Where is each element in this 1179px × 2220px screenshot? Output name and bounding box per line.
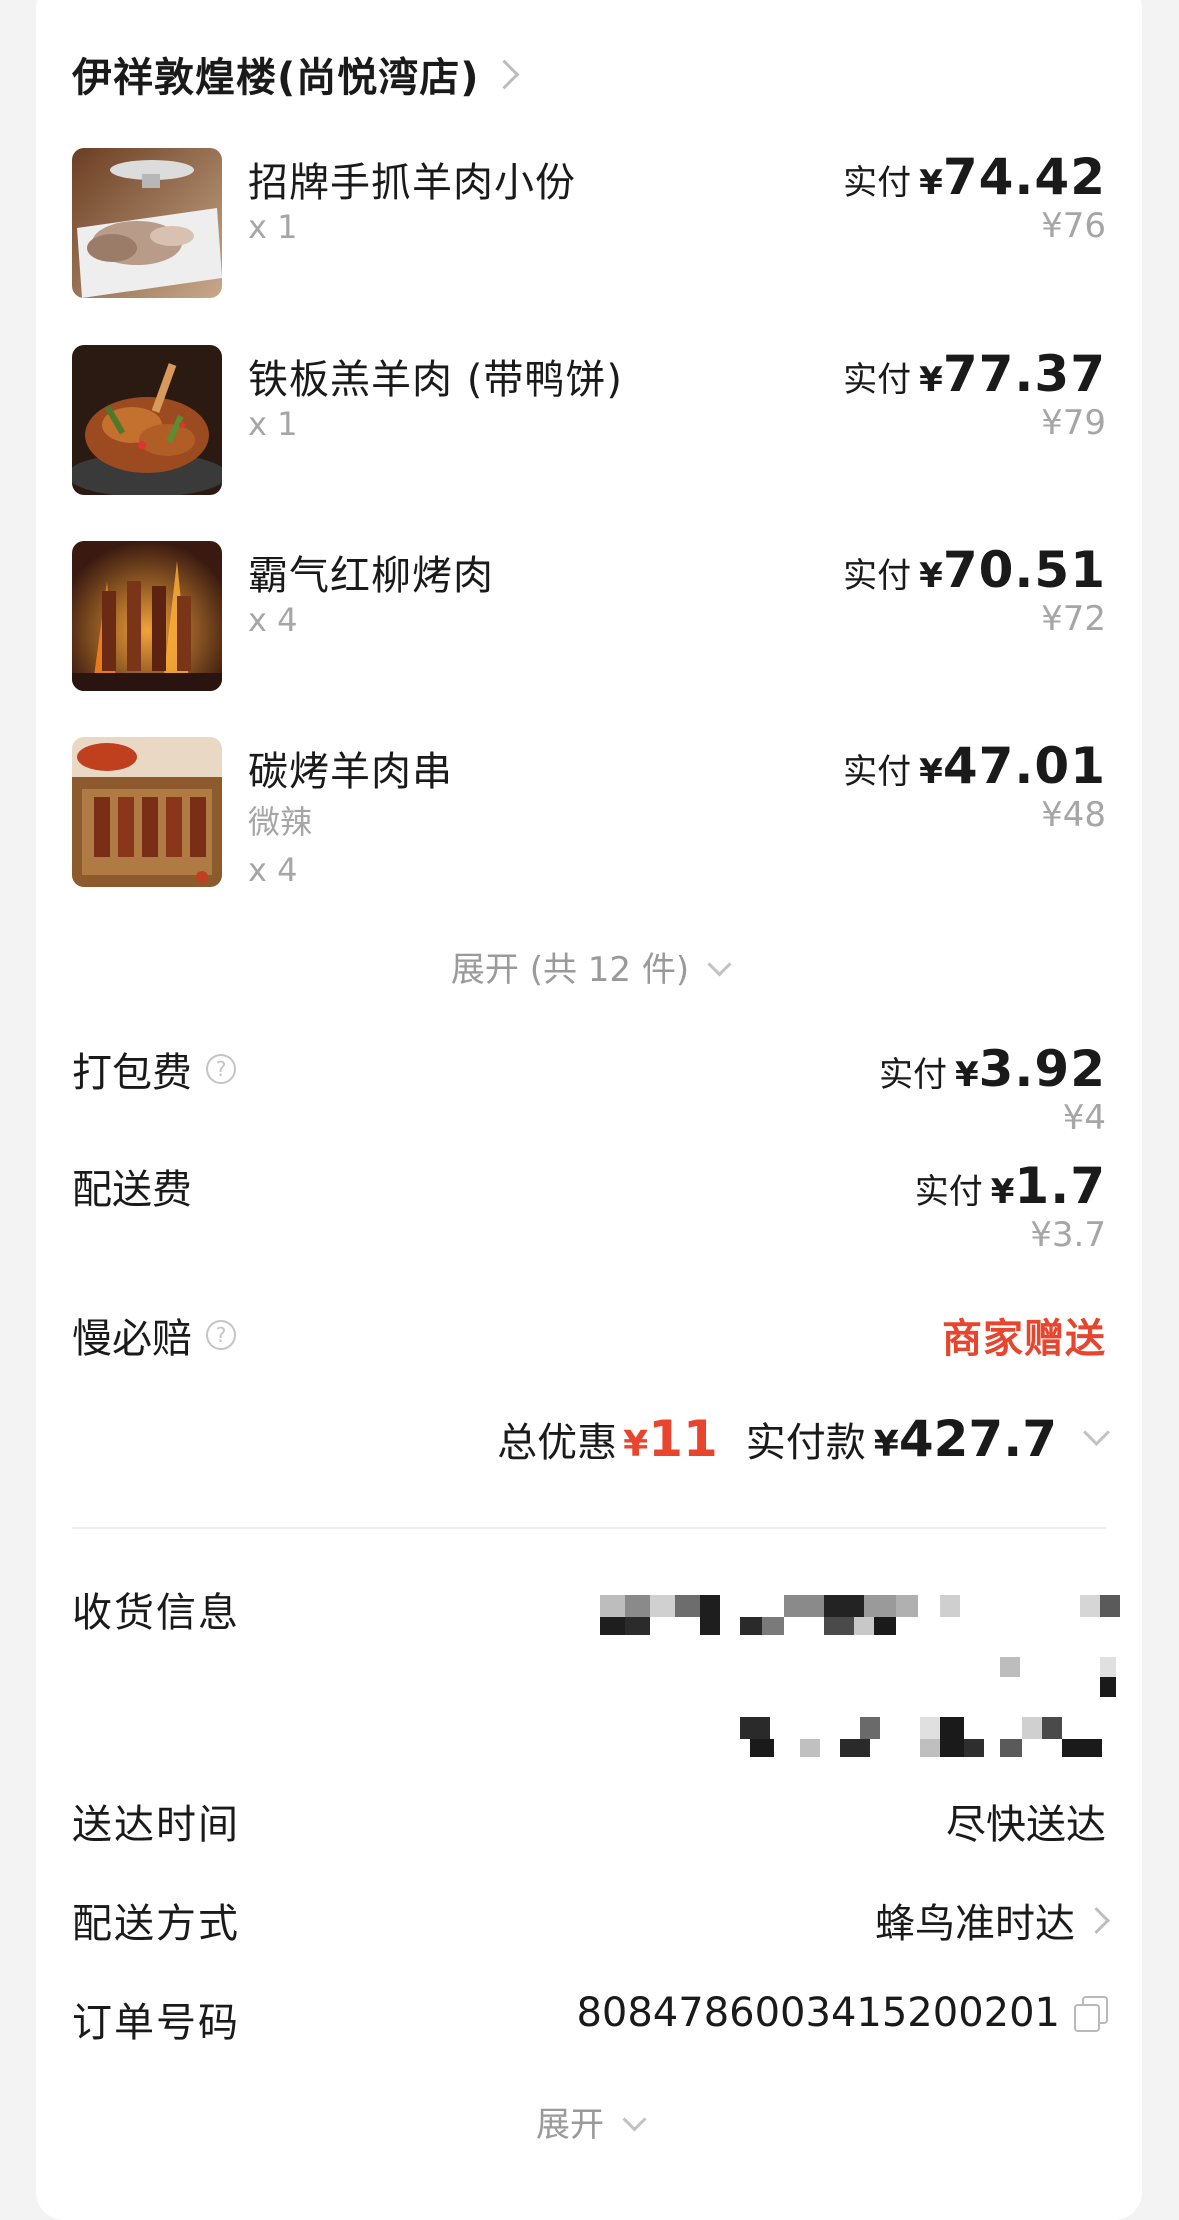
receiver-info-redacted (600, 1595, 1120, 1765)
merchant-gift-text: 商家赠送 (942, 1316, 1106, 1362)
original-price: ¥76 (1041, 206, 1106, 246)
paid-amount: 3.92 (978, 1040, 1106, 1098)
discount-amount: 11 (648, 1410, 718, 1468)
expand-items-button[interactable]: 展开 (共 12 件) (0, 942, 1179, 991)
list-item[interactable]: 霸气红柳烤肉 x 4 实付 ¥ 70.51 ¥72 (72, 541, 1106, 711)
delivery-time-row: 送达时间 尽快送达 (72, 1792, 1106, 1852)
delivery-method-value: 蜂鸟准时达 (875, 1901, 1075, 1947)
currency-symbol: ¥ (919, 360, 943, 400)
delivery-method-label: 配送方式 (72, 1901, 240, 1947)
currency-symbol: ¥ (919, 556, 943, 596)
item-name: 招牌手抓羊肉小份 (248, 160, 576, 206)
help-icon[interactable]: ? (206, 1054, 236, 1084)
currency-symbol: ¥ (954, 1055, 979, 1095)
paid-amount: 70.51 (942, 541, 1106, 599)
divider (72, 1527, 1106, 1529)
item-quantity: x 1 (248, 208, 298, 246)
chevron-down-icon (622, 2107, 647, 2132)
item-name: 碳烤羊肉串 (248, 749, 453, 795)
list-item[interactable]: 碳烤羊肉串 微辣 x 4 实付 ¥ 47.01 ¥48 (72, 737, 1106, 907)
receiver-info-label: 收货信息 (72, 1590, 240, 1636)
item-price: 实付 ¥ 77.37 ¥79 (843, 345, 1106, 443)
list-item[interactable]: 铁板羔羊肉 (带鸭饼) x 1 实付 ¥ 77.37 ¥79 (72, 345, 1106, 515)
store-header[interactable]: 伊祥敦煌楼(尚悦湾店) (72, 44, 519, 104)
item-quantity: x 1 (248, 405, 298, 443)
currency-symbol: ¥ (919, 163, 943, 203)
order-number-row: 订单号码 8084786003415200201 (72, 1990, 1108, 2050)
late-compensation-row: 慢必赔 ? 商家赠送 (72, 1306, 1106, 1366)
paid-label: 实付 (843, 163, 912, 203)
chevron-down-icon (1083, 1419, 1110, 1446)
chevron-down-icon (707, 952, 732, 977)
item-quantity: x 4 (248, 851, 298, 889)
item-name: 铁板羔羊肉 (带鸭饼) (248, 357, 623, 403)
paid-label: 实付 (878, 1055, 947, 1095)
food-image (72, 541, 222, 691)
paid-label: 实付 (843, 556, 912, 596)
list-item[interactable]: 招牌手抓羊肉小份 x 1 实付 ¥ 74.42 ¥76 (72, 148, 1106, 318)
copy-icon[interactable] (1072, 1996, 1108, 2032)
late-compensation-label: 慢必赔 (72, 1316, 192, 1362)
packing-fee-row: 打包费 ? 实付 ¥ 3.92 ¥4 (72, 1040, 1106, 1140)
original-price: ¥4 (1062, 1098, 1106, 1138)
food-image (72, 345, 222, 495)
order-summary[interactable]: 总优惠 ¥ 11 实付款 ¥ 427.7 (497, 1410, 1110, 1468)
paid-label: 实付 (843, 360, 912, 400)
item-name: 霸气红柳烤肉 (248, 553, 494, 599)
store-name: 伊祥敦煌楼(尚悦湾店) (72, 55, 480, 101)
original-price: ¥48 (1041, 795, 1106, 835)
paid-amount: 1.7 (1014, 1157, 1106, 1215)
help-icon[interactable]: ? (206, 1320, 236, 1350)
delivery-method-row[interactable]: 配送方式 蜂鸟准时达 (72, 1891, 1110, 1951)
total-label: 实付款 (745, 1420, 866, 1466)
discount-currency: ¥ (623, 1424, 649, 1465)
currency-symbol: ¥ (919, 752, 943, 792)
expand-more-label: 展开 (536, 2105, 604, 2145)
discount-label: 总优惠 (497, 1420, 618, 1466)
expand-items-label: 展开 (共 12 件) (450, 950, 690, 990)
item-price: 实付 ¥ 47.01 ¥48 (843, 737, 1106, 835)
paid-amount: 77.37 (942, 345, 1106, 403)
delivery-fee-label: 配送费 (72, 1167, 192, 1213)
order-number-label: 订单号码 (72, 2000, 240, 2046)
packing-fee-label: 打包费 (72, 1050, 192, 1096)
food-image (72, 148, 222, 298)
chevron-right-icon (1083, 1906, 1110, 1934)
original-price: ¥3.7 (1030, 1215, 1106, 1255)
currency-symbol: ¥ (990, 1172, 1015, 1212)
total-currency: ¥ (873, 1424, 899, 1465)
item-price: 实付 ¥ 74.42 ¥76 (843, 148, 1106, 246)
food-image (72, 737, 222, 887)
paid-label: 实付 (914, 1172, 983, 1212)
item-price: 实付 ¥ 70.51 ¥72 (843, 541, 1106, 639)
chevron-right-icon (489, 59, 519, 89)
total-amount: 427.7 (898, 1410, 1057, 1468)
delivery-time-label: 送达时间 (72, 1802, 240, 1848)
original-price: ¥79 (1041, 403, 1106, 443)
item-quantity: x 4 (248, 601, 298, 639)
paid-amount: 74.42 (942, 148, 1106, 206)
item-spec: 微辣 (248, 803, 313, 841)
delivery-fee-row: 配送费 实付 ¥ 1.7 ¥3.7 (72, 1157, 1106, 1257)
original-price: ¥72 (1041, 599, 1106, 639)
paid-amount: 47.01 (942, 737, 1106, 795)
paid-label: 实付 (843, 752, 912, 792)
expand-more-button[interactable]: 展开 (0, 2097, 1179, 2146)
delivery-time-value: 尽快送达 (946, 1802, 1106, 1848)
order-number-value: 8084786003415200201 (576, 1990, 1060, 2036)
